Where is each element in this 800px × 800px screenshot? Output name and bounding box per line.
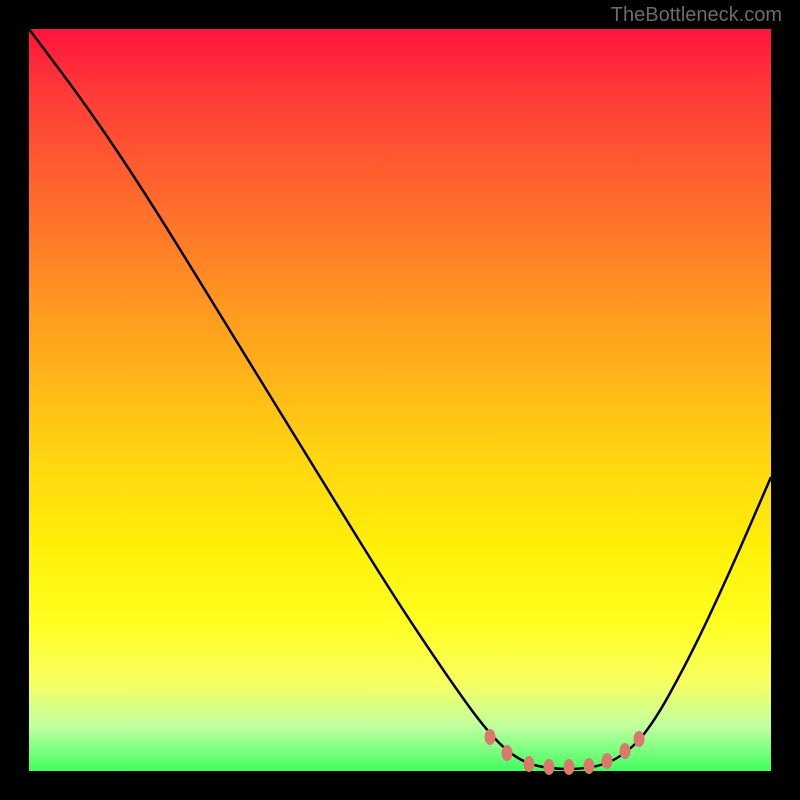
trough-marker xyxy=(524,756,535,772)
chart-plot-area xyxy=(29,29,771,771)
trough-marker xyxy=(634,731,645,747)
trough-marker xyxy=(544,759,555,775)
trough-markers xyxy=(485,729,645,775)
trough-marker xyxy=(564,759,575,775)
trough-marker xyxy=(485,729,496,745)
trough-marker xyxy=(620,743,631,759)
trough-marker xyxy=(602,753,613,769)
bottleneck-curve xyxy=(29,29,771,769)
trough-marker xyxy=(502,745,513,761)
attribution-text: TheBottleneck.com xyxy=(611,4,782,27)
curve-svg xyxy=(29,29,771,771)
trough-marker xyxy=(584,758,595,774)
